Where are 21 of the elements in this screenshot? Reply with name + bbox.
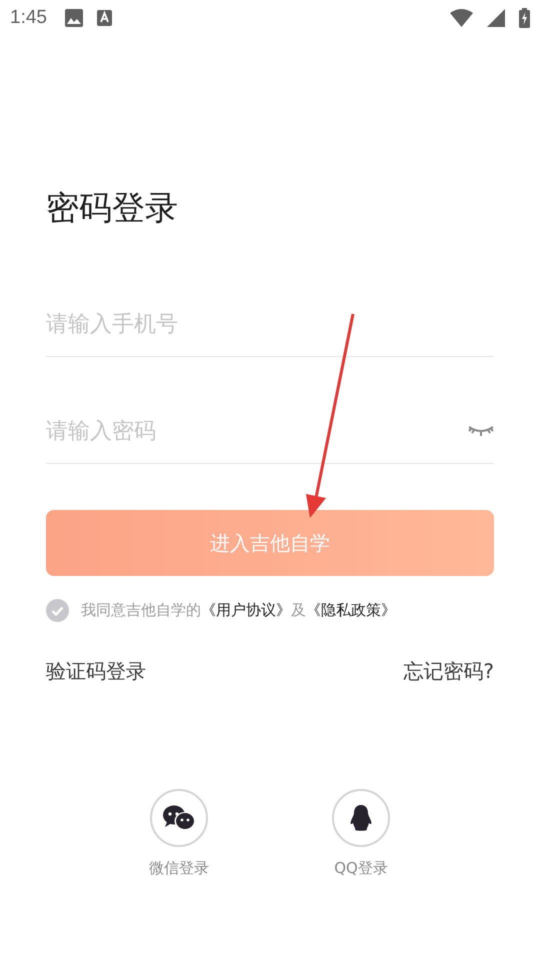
image-icon	[64, 9, 83, 27]
penguin-icon	[349, 804, 373, 832]
status-time: 1:45	[10, 7, 47, 29]
signal-icon	[487, 9, 505, 27]
privacy-policy-link[interactable]: 《隐私政策》	[306, 601, 396, 619]
social-login-label: 微信登录	[149, 859, 209, 878]
page-title: 密码登录	[46, 187, 179, 229]
social-login-label: QQ登录	[334, 859, 388, 878]
agreement-checkbox[interactable]	[46, 599, 69, 622]
text-format-icon	[96, 10, 112, 26]
closed-eye-icon[interactable]	[468, 424, 494, 438]
chat-bubbles-icon	[162, 804, 196, 832]
agreement-text: 我同意吉他自学的《用户协议》及《隐私政策》	[81, 601, 396, 620]
password-field[interactable]: 请输入密码	[46, 399, 468, 463]
sms-login-link[interactable]: 验证码登录	[46, 658, 146, 685]
tick-icon	[51, 606, 64, 616]
phone-field[interactable]: 请输入手机号	[46, 292, 494, 356]
user-agreement-link[interactable]: 《用户协议》	[201, 601, 291, 619]
battery-icon	[519, 8, 530, 28]
wifi-icon	[450, 9, 473, 27]
forgot-password-link[interactable]: 忘记密码?	[403, 658, 494, 685]
